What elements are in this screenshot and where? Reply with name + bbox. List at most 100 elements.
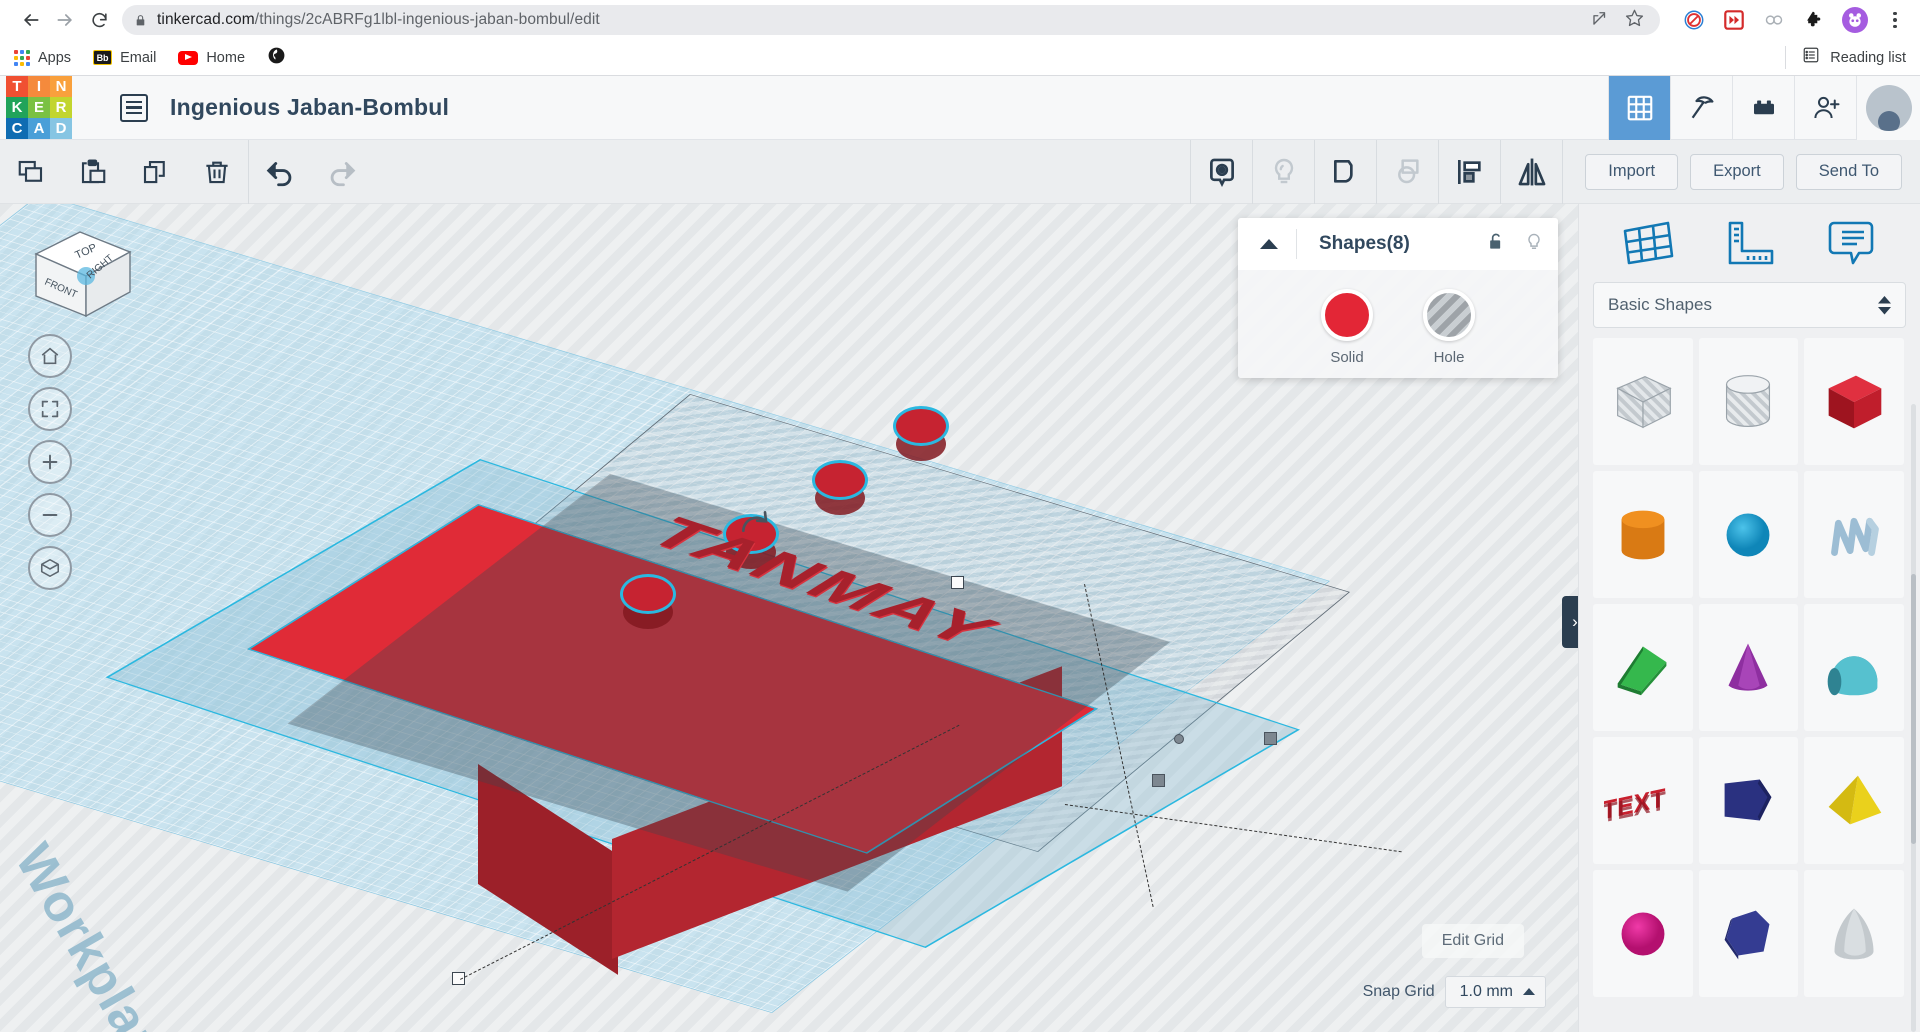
shape-pyramid[interactable] <box>1804 737 1904 864</box>
forward-arrow-icon[interactable] <box>48 3 82 37</box>
mirror-icon[interactable] <box>1500 139 1562 204</box>
category-select-wrap: Basic Shapes <box>1579 282 1920 338</box>
shape-box-hole[interactable] <box>1593 338 1693 465</box>
sidebar-item-workplane[interactable] <box>1610 212 1686 274</box>
lego-brick-icon[interactable] <box>1732 75 1794 140</box>
home-icon[interactable] <box>28 334 72 378</box>
cylinder-hole[interactable] <box>812 460 868 500</box>
resize-handle[interactable] <box>1152 774 1165 787</box>
shape-text[interactable]: TEXT TEXT <box>1593 737 1693 864</box>
sidebar-scrollbar-thumb[interactable] <box>1911 574 1916 844</box>
pickaxe-icon[interactable] <box>1670 75 1732 140</box>
fit-icon[interactable] <box>28 387 72 431</box>
avatar[interactable] <box>1856 75 1920 140</box>
export-button[interactable]: Export <box>1690 153 1784 190</box>
cylinder-hole[interactable] <box>893 406 949 446</box>
sidebar-item-ruler[interactable] <box>1711 212 1787 274</box>
logo-letter: D <box>50 118 72 139</box>
duplicate-icon[interactable] <box>124 140 186 204</box>
caret-up-icon <box>1523 988 1535 995</box>
cylinder-hole[interactable] <box>620 574 676 614</box>
reading-list-button[interactable]: Reading list <box>1785 46 1906 69</box>
snap-grid-select[interactable]: 1.0 mm <box>1444 976 1546 1008</box>
shape-polygon[interactable] <box>1698 870 1799 997</box>
import-button[interactable]: Import <box>1585 153 1679 190</box>
svg-text:TEXT: TEXT <box>1604 786 1666 828</box>
grid-icon[interactable] <box>1608 75 1670 140</box>
bookmark-email[interactable]: Bb Email <box>93 50 156 66</box>
minus-icon[interactable] <box>28 493 72 537</box>
undo-arrow-icon[interactable] <box>249 140 311 204</box>
inspector-title: Shapes(8) <box>1296 229 1410 259</box>
person-add-icon[interactable] <box>1794 75 1856 140</box>
lightbulb-icon[interactable] <box>1524 231 1544 258</box>
document-list-icon[interactable] <box>120 93 148 122</box>
shape-box[interactable] <box>1804 338 1904 465</box>
address-bar[interactable]: tinkercad.com/things/2cABRFg1lbl-ingenio… <box>122 5 1660 35</box>
shape-scribble[interactable] <box>1804 471 1904 598</box>
plus-icon[interactable] <box>28 440 72 484</box>
history-group <box>249 140 373 204</box>
editor-toolbar: Import Export Send To <box>0 139 1920 204</box>
reload-icon[interactable] <box>82 3 116 37</box>
resize-handle[interactable] <box>1174 734 1184 744</box>
globe-icon <box>267 46 286 70</box>
hole-color-swatch[interactable] <box>1423 288 1475 341</box>
resize-handle[interactable] <box>951 576 964 589</box>
back-arrow-icon[interactable] <box>14 3 48 37</box>
kebab-menu-icon[interactable] <box>1884 11 1906 29</box>
shape-half-cylinder[interactable] <box>1804 604 1904 731</box>
shape-category-select[interactable]: Basic Shapes <box>1593 282 1906 328</box>
trash-icon[interactable] <box>186 140 248 204</box>
snap-grid-control: Snap Grid 1.0 mm <box>1363 976 1546 1008</box>
block-icon[interactable] <box>1682 8 1706 32</box>
edit-grid-button[interactable]: Edit Grid <box>1421 924 1524 958</box>
logo-letter: I <box>28 76 50 97</box>
shape-sphere-pink[interactable] <box>1593 870 1693 997</box>
lightbulb-icon[interactable] <box>1252 139 1314 204</box>
shape-wedge[interactable] <box>1698 737 1799 864</box>
panda-avatar-icon[interactable] <box>1842 7 1868 33</box>
shape-cone[interactable] <box>1698 604 1799 731</box>
redo-arrow-icon[interactable] <box>311 140 373 204</box>
header-actions <box>1608 75 1920 140</box>
tinkercad-logo[interactable]: T I N K E R C A D <box>6 76 72 139</box>
group-icon[interactable] <box>1314 139 1376 204</box>
box-perspective-icon[interactable] <box>28 546 72 590</box>
fastforward-icon[interactable] <box>1722 8 1746 32</box>
toolbar-right: Import Export Send To <box>1190 139 1920 204</box>
share-icon[interactable] <box>1591 9 1609 32</box>
shape-inspector-panel[interactable]: Shapes(8) Solid Hole <box>1238 218 1558 378</box>
puzzle-icon[interactable] <box>1802 8 1826 32</box>
bookmark-label: Home <box>206 49 246 66</box>
shape-paraboloid[interactable] <box>1804 870 1904 997</box>
send-to-button[interactable]: Send To <box>1795 153 1902 190</box>
bookmark-home[interactable]: Home <box>178 50 245 66</box>
bookmark-globe[interactable] <box>267 46 286 70</box>
resize-handle[interactable] <box>1264 732 1277 745</box>
shape-cylinder[interactable] <box>1593 471 1693 598</box>
solid-color-swatch[interactable] <box>1321 288 1373 341</box>
logo-letter: T <box>6 76 28 97</box>
ungroup-icon[interactable] <box>1376 139 1438 204</box>
paste-icon[interactable] <box>62 140 124 204</box>
caret-up-icon[interactable] <box>1252 238 1286 250</box>
solid-option[interactable]: Solid <box>1321 288 1373 366</box>
shape-cylinder-hole[interactable] <box>1698 338 1799 465</box>
shape-roof[interactable] <box>1593 604 1693 731</box>
shape-palette: TEXT TEXT <box>1579 338 1920 1032</box>
link-icon[interactable] <box>1762 8 1786 32</box>
bookmark-label: Email <box>120 49 157 66</box>
blackboard-icon: Bb <box>93 50 113 65</box>
unlock-icon[interactable] <box>1486 231 1506 258</box>
copy-icon[interactable] <box>0 140 62 204</box>
align-icon[interactable] <box>1438 139 1500 204</box>
hole-option[interactable]: Hole <box>1423 288 1475 366</box>
bookmark-apps[interactable]: Apps <box>14 49 71 66</box>
star-icon[interactable] <box>1625 8 1644 32</box>
view-cube[interactable]: TOP FRONT RIGHT <box>28 224 138 324</box>
rotate-handle-icon[interactable] <box>730 504 780 544</box>
sidebar-item-note[interactable] <box>1813 212 1889 274</box>
eye-icon[interactable] <box>1190 139 1252 204</box>
shape-sphere[interactable] <box>1698 471 1799 598</box>
